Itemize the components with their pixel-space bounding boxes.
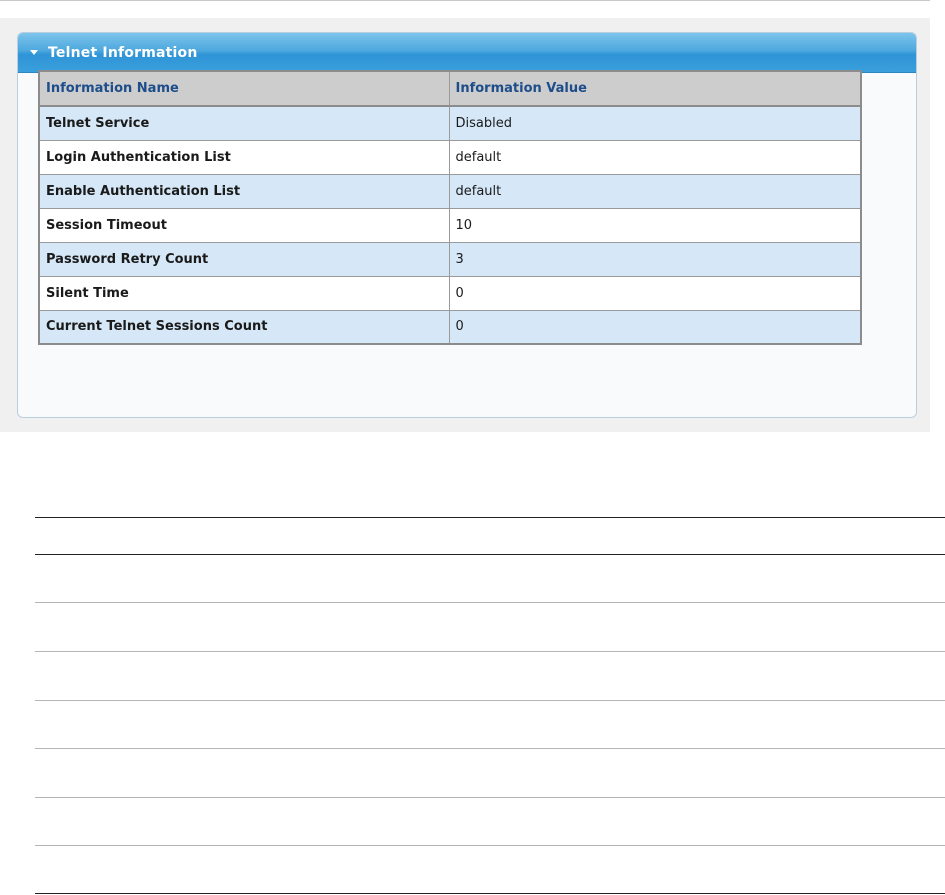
row-name: Silent Time — [38, 275, 450, 311]
table-row: Session Timeout 10 — [38, 207, 862, 243]
document-table-rule — [35, 845, 945, 846]
document-table-rule — [35, 651, 945, 652]
table-row: Login Authentication List default — [38, 139, 862, 175]
row-value: default — [448, 139, 862, 175]
row-name: Enable Authentication List — [38, 173, 450, 209]
telnet-info-table: Information Name Information Value Telne… — [38, 70, 862, 345]
row-name: Password Retry Count — [38, 241, 450, 277]
document-table-rule — [35, 700, 945, 701]
table-row: Silent Time 0 — [38, 275, 862, 311]
panel-title: Telnet Information — [48, 44, 198, 61]
column-header-value: Information Value — [448, 70, 862, 107]
document-table-rule — [35, 893, 945, 894]
row-value: 3 — [448, 241, 862, 277]
row-value: 0 — [448, 309, 862, 345]
panel-header[interactable]: Telnet Information — [18, 33, 916, 73]
document-table-rule — [35, 554, 945, 555]
document-table-rule — [35, 797, 945, 798]
document-table-rule — [35, 517, 945, 518]
row-name: Current Telnet Sessions Count — [38, 309, 450, 345]
row-name: Session Timeout — [38, 207, 450, 243]
row-value: Disabled — [448, 105, 862, 141]
row-name: Telnet Service — [38, 105, 450, 141]
table-row: Telnet Service Disabled — [38, 105, 862, 141]
document-table-rule — [35, 602, 945, 603]
top-divider — [0, 0, 930, 1]
table-row: Password Retry Count 3 — [38, 241, 862, 277]
row-name: Login Authentication List — [38, 139, 450, 175]
row-value: 10 — [448, 207, 862, 243]
collapse-caret-icon[interactable] — [30, 50, 38, 55]
column-header-name: Information Name — [38, 70, 450, 107]
document-table-rule — [35, 748, 945, 749]
table-row: Current Telnet Sessions Count 0 — [38, 309, 862, 345]
table-header-row: Information Name Information Value — [38, 70, 862, 107]
table-row: Enable Authentication List default — [38, 173, 862, 209]
row-value: 0 — [448, 275, 862, 311]
row-value: default — [448, 173, 862, 209]
